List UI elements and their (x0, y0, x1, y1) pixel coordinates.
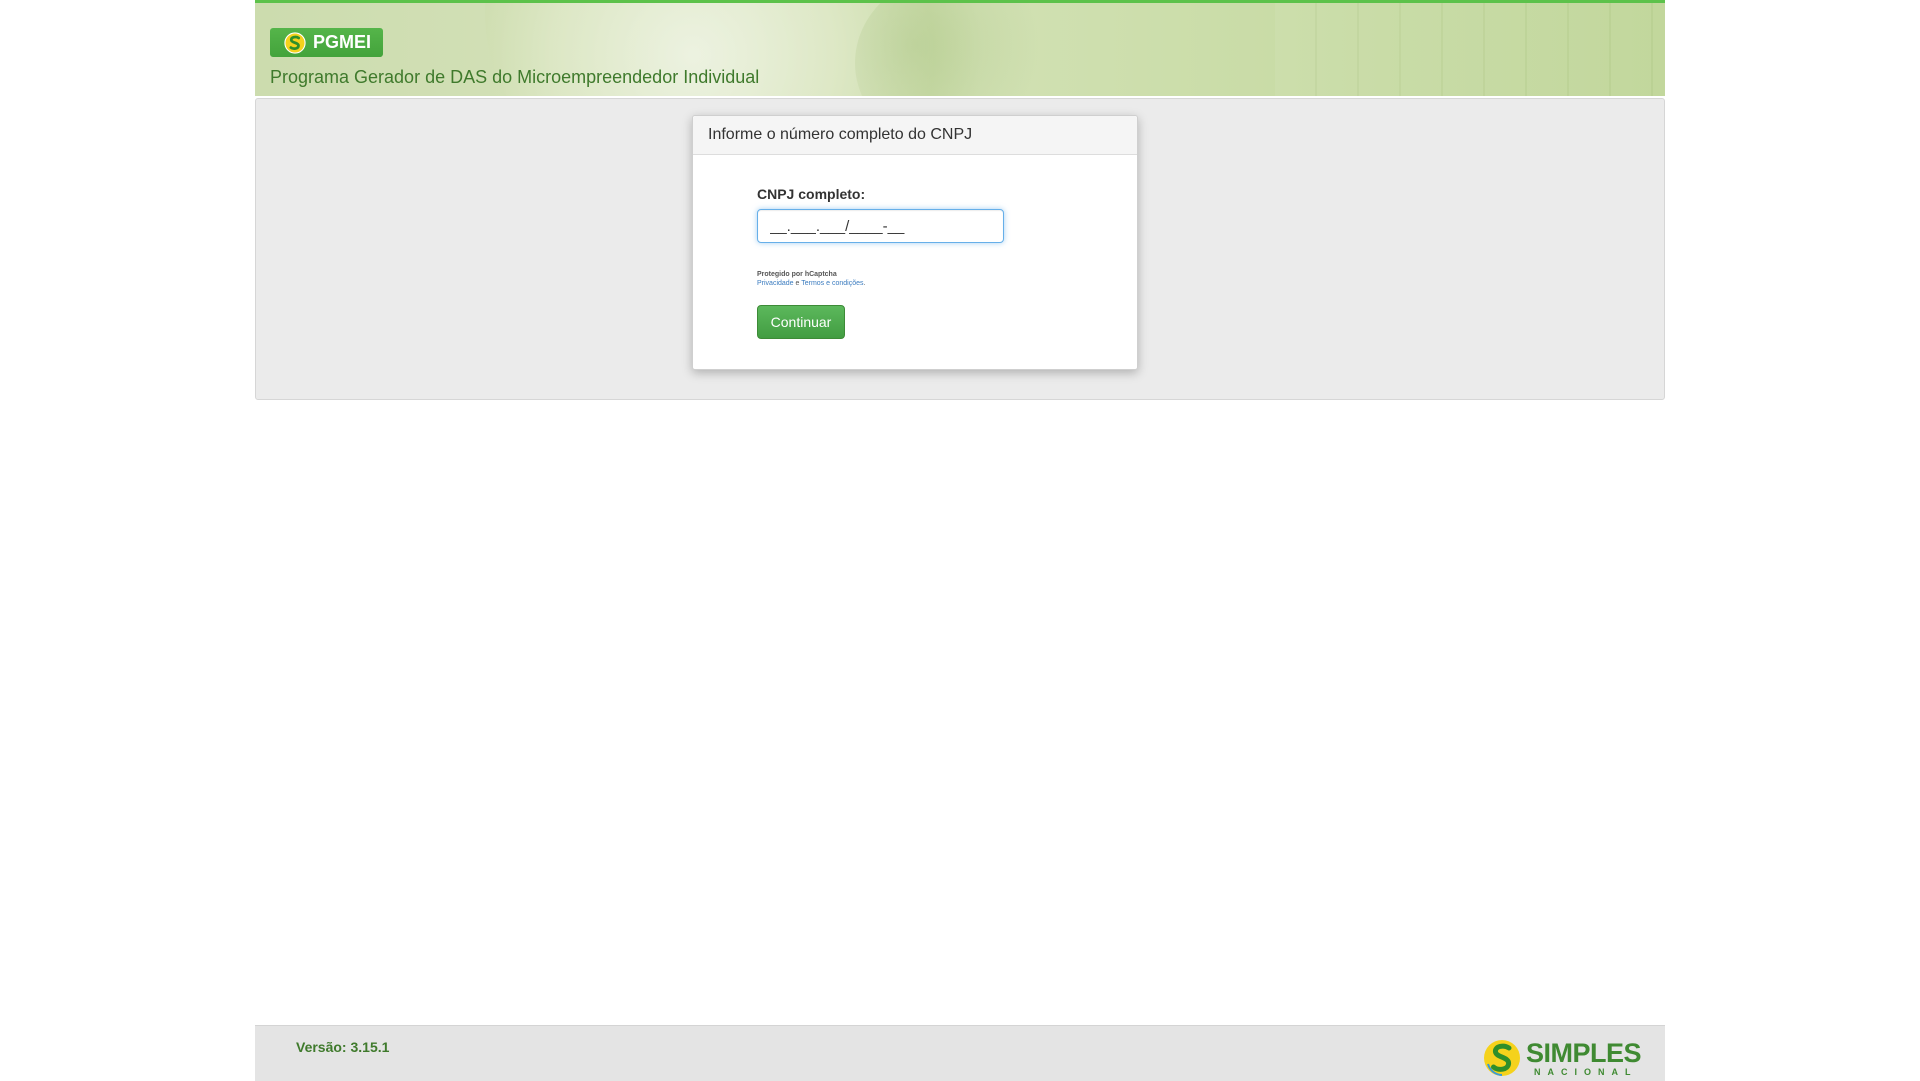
footer: Versão: 3.15.1 SIMPLES NACIONAL (255, 1025, 1665, 1081)
privacy-link[interactable]: Privacidade (757, 280, 794, 287)
simples-s-icon (284, 31, 306, 54)
brand-badge[interactable]: PGMEI (270, 28, 384, 57)
simples-s-icon (1483, 1040, 1520, 1076)
cnpj-dialog: Informe o número completo do CNPJ CNPJ c… (692, 115, 1138, 370)
header-stripes-decoration (1275, 3, 1665, 96)
brand-title: PGMEI (313, 32, 372, 52)
main-panel: Informe o número completo do CNPJ CNPJ c… (255, 98, 1665, 400)
dialog-title: Informe o número completo do CNPJ (693, 116, 1137, 155)
page-subtitle: Programa Gerador de DAS do Microempreend… (270, 67, 760, 87)
hcaptcha-protected-text: Protegido por hCaptcha (757, 271, 837, 278)
continue-button[interactable]: Continuar (757, 305, 845, 339)
cnpj-input[interactable] (757, 209, 1004, 243)
logo-word-simples: SIMPLES (1525, 1037, 1642, 1068)
hcaptcha-links: Privacidade e Termos e condições. (757, 279, 865, 288)
page: PGMEI Programa Gerador de DAS do Microem… (255, 0, 1665, 1081)
hcaptcha-notice: Protegido por hCaptcha Privacidade e Ter… (757, 270, 865, 288)
header: PGMEI Programa Gerador de DAS do Microem… (255, 0, 1665, 96)
simples-nacional-logo: SIMPLES NACIONAL (1482, 1037, 1642, 1078)
simples-nacional-wordmark: SIMPLES NACIONAL (1525, 1037, 1642, 1077)
logo-word-nacional: NACIONAL (1533, 1066, 1638, 1077)
header-map-decoration (855, 3, 1055, 96)
version-text: Versão: 3.15.1 (296, 1039, 390, 1055)
cnpj-label: CNPJ completo: (757, 186, 866, 202)
terms-link[interactable]: Termos e condições (801, 280, 863, 287)
captcha-suffix: . (863, 280, 866, 287)
